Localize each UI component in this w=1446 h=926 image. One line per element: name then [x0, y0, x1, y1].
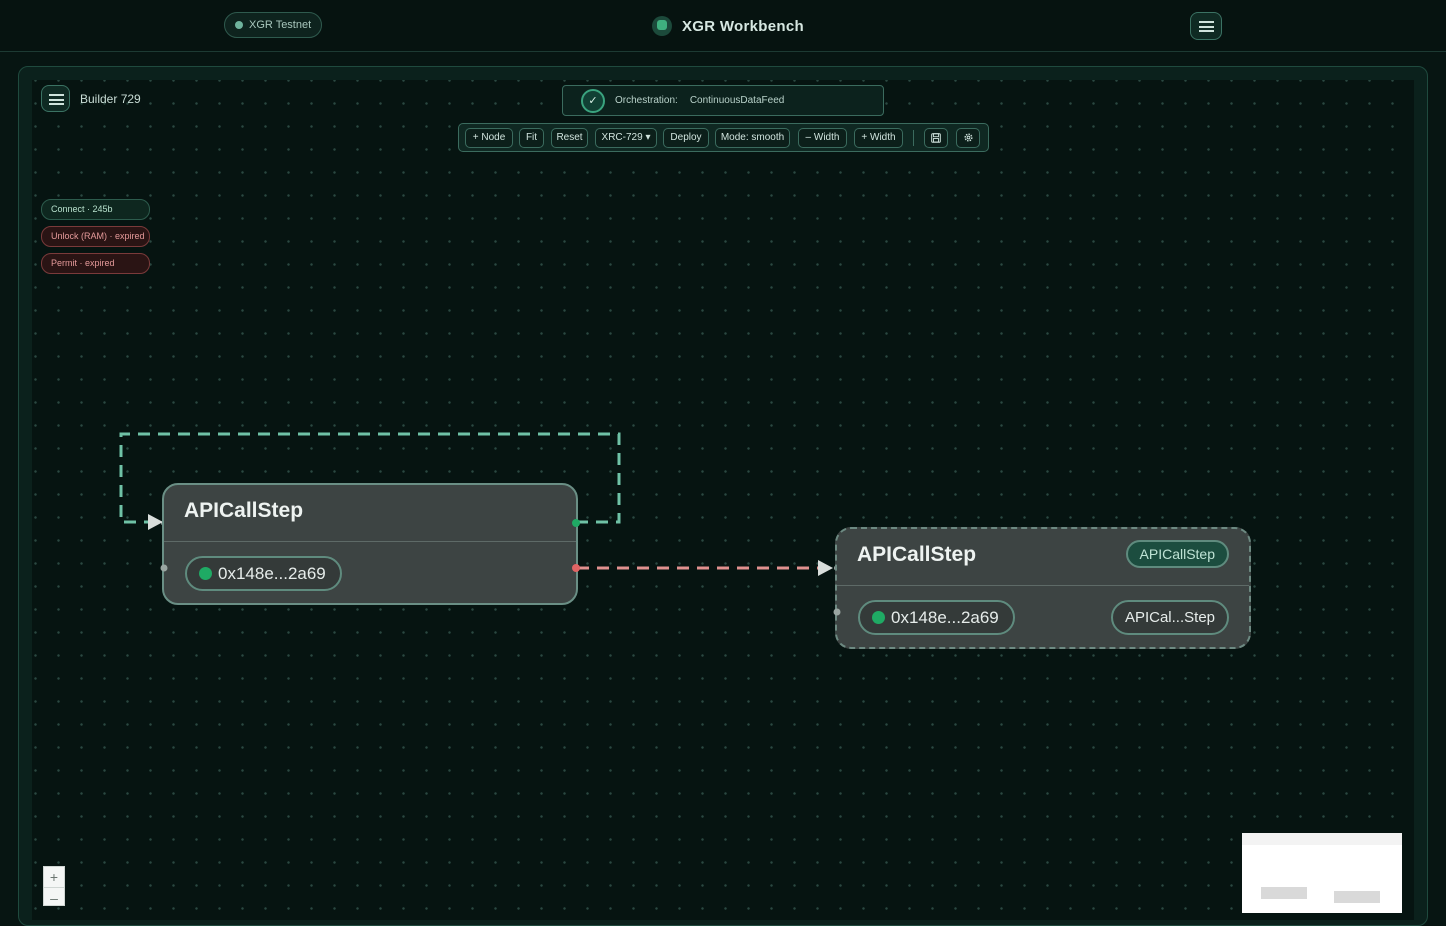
zoom-controls: + – [43, 866, 65, 906]
minimap[interactable] [1242, 833, 1402, 913]
port-layer-2 [833, 608, 841, 616]
minimap-node [1334, 891, 1380, 903]
node2-input-port[interactable] [833, 608, 841, 616]
zoom-in-button[interactable]: + [44, 867, 64, 887]
minimap-node [1261, 887, 1307, 899]
zoom-out-button[interactable]: – [44, 887, 64, 907]
